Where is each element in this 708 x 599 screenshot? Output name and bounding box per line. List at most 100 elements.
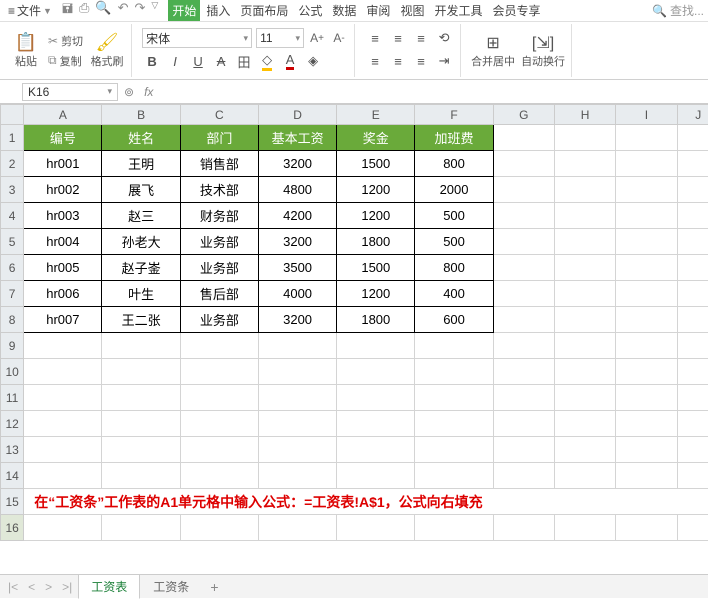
column-header[interactable]: B <box>102 105 180 125</box>
cell[interactable] <box>493 411 554 437</box>
row-header[interactable]: 9 <box>1 333 24 359</box>
cell[interactable] <box>616 281 677 307</box>
cell[interactable] <box>493 125 554 151</box>
cell[interactable]: 4200 <box>258 203 336 229</box>
cell[interactable] <box>493 437 554 463</box>
cell[interactable] <box>554 411 615 437</box>
cell[interactable]: 3200 <box>258 229 336 255</box>
cell[interactable] <box>415 333 493 359</box>
cell[interactable]: 4000 <box>258 281 336 307</box>
row-header[interactable]: 3 <box>1 177 24 203</box>
ribbon-tab[interactable]: 开发工具 <box>430 0 486 21</box>
cell[interactable] <box>493 281 554 307</box>
align-top-button[interactable]: ≡ <box>365 28 385 48</box>
cell[interactable] <box>677 255 708 281</box>
name-box[interactable]: K16▾ <box>22 83 118 101</box>
qat-dropdown-icon[interactable]: ▽ <box>151 0 158 22</box>
row-header[interactable]: 15 <box>1 489 24 515</box>
cell[interactable]: 奖金 <box>337 125 415 151</box>
cell[interactable]: 孙老大 <box>102 229 180 255</box>
paste-button[interactable]: 📋 粘贴 <box>8 32 44 69</box>
cell[interactable]: 3500 <box>258 255 336 281</box>
row-header[interactable]: 12 <box>1 411 24 437</box>
column-header[interactable]: G <box>493 105 554 125</box>
cell[interactable] <box>180 411 258 437</box>
cell[interactable] <box>616 359 677 385</box>
select-all-corner[interactable] <box>1 105 24 125</box>
column-header[interactable]: E <box>337 105 415 125</box>
wrap-text-button[interactable]: [⇲] 自动换行 <box>519 33 567 69</box>
column-header[interactable]: A <box>24 105 102 125</box>
cell[interactable] <box>180 437 258 463</box>
cell[interactable] <box>180 359 258 385</box>
fx-icon[interactable]: fx <box>138 85 159 99</box>
sheet-nav-first-icon[interactable]: |< <box>4 580 22 594</box>
cell[interactable]: 500 <box>415 229 493 255</box>
ribbon-tab[interactable]: 插入 <box>202 0 234 21</box>
cell[interactable] <box>554 281 615 307</box>
cell[interactable]: 1200 <box>337 281 415 307</box>
cell[interactable] <box>258 359 336 385</box>
bold-button[interactable]: B <box>142 51 162 71</box>
cell[interactable] <box>554 385 615 411</box>
redo-icon[interactable]: ↷ <box>135 0 146 22</box>
row-header[interactable]: 7 <box>1 281 24 307</box>
cell[interactable] <box>102 359 180 385</box>
row-header[interactable]: 10 <box>1 359 24 385</box>
sheet-tab[interactable]: 工资表 <box>78 574 140 599</box>
cell[interactable] <box>616 411 677 437</box>
cell[interactable]: 1200 <box>337 203 415 229</box>
cell[interactable] <box>616 255 677 281</box>
file-menu[interactable]: ≡ 文件 ▼ <box>4 1 56 20</box>
column-header[interactable]: H <box>554 105 615 125</box>
column-header[interactable]: F <box>415 105 493 125</box>
cell[interactable] <box>102 437 180 463</box>
cell[interactable] <box>258 437 336 463</box>
cell[interactable] <box>616 437 677 463</box>
cell[interactable] <box>258 463 336 489</box>
cell[interactable] <box>554 203 615 229</box>
cell[interactable]: 基本工资 <box>258 125 336 151</box>
align-middle-button[interactable]: ≡ <box>388 28 408 48</box>
copy-button[interactable]: ⧉复制 <box>46 52 85 70</box>
row-header[interactable]: 4 <box>1 203 24 229</box>
cell[interactable] <box>677 515 708 541</box>
preview-icon[interactable]: 🔍 <box>95 0 111 22</box>
ribbon-tab[interactable]: 审阅 <box>362 0 394 21</box>
cell[interactable] <box>102 385 180 411</box>
cell[interactable] <box>337 385 415 411</box>
cell[interactable]: 1500 <box>337 151 415 177</box>
sheet-tab[interactable]: 工资条 <box>140 574 202 599</box>
cell[interactable]: 技术部 <box>180 177 258 203</box>
cell[interactable] <box>24 515 102 541</box>
cell[interactable] <box>554 125 615 151</box>
cell[interactable]: 800 <box>415 151 493 177</box>
align-bottom-button[interactable]: ≡ <box>411 28 431 48</box>
cell[interactable] <box>616 307 677 333</box>
cell[interactable] <box>415 515 493 541</box>
merge-center-button[interactable]: ⊞ 合并居中 <box>469 33 517 69</box>
cell[interactable] <box>180 463 258 489</box>
cell[interactable]: 售后部 <box>180 281 258 307</box>
cell[interactable] <box>24 359 102 385</box>
sheet-nav-prev-icon[interactable]: < <box>24 580 39 594</box>
cell[interactable]: 财务部 <box>180 203 258 229</box>
cell[interactable] <box>102 463 180 489</box>
cell[interactable] <box>616 177 677 203</box>
cell[interactable] <box>554 307 615 333</box>
cell[interactable] <box>677 125 708 151</box>
undo-icon[interactable]: ↶ <box>118 0 129 22</box>
cell[interactable] <box>616 515 677 541</box>
cell[interactable]: 3200 <box>258 151 336 177</box>
cell[interactable]: 1200 <box>337 177 415 203</box>
row-header[interactable]: 11 <box>1 385 24 411</box>
font-size-select[interactable]: 11▾ <box>256 28 304 48</box>
row-header[interactable]: 1 <box>1 125 24 151</box>
cell[interactable]: 800 <box>415 255 493 281</box>
format-painter-button[interactable]: 🖌 格式刷 <box>87 32 127 69</box>
ribbon-tab[interactable]: 会员专享 <box>488 0 544 21</box>
cell[interactable] <box>677 151 708 177</box>
cell[interactable] <box>415 385 493 411</box>
cell[interactable] <box>554 463 615 489</box>
cell[interactable] <box>180 385 258 411</box>
